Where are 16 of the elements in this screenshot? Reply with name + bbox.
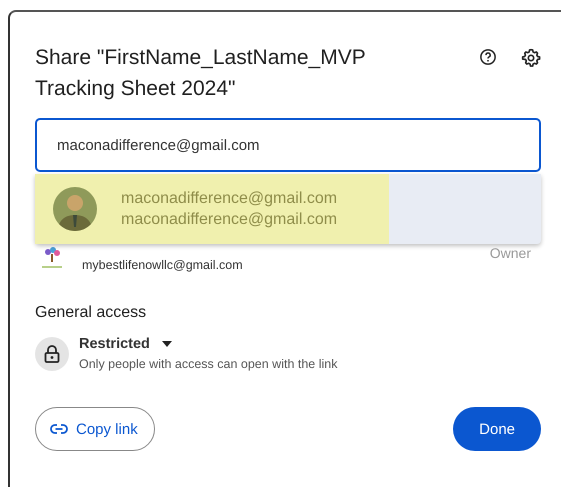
role-label: Owner	[490, 245, 531, 261]
done-button[interactable]: Done	[453, 407, 541, 451]
lock-icon	[35, 336, 69, 370]
member-email: mybestlifenowllc@gmail.com	[82, 258, 243, 272]
copy-link-button[interactable]: Copy link	[35, 407, 155, 451]
access-description: Only people with access can open with the link	[79, 357, 338, 371]
caret-icon	[162, 341, 172, 347]
help-icon[interactable]	[479, 48, 497, 66]
link-icon	[50, 424, 68, 434]
recipient-field[interactable]: maconadifference@gmail.com	[35, 118, 541, 172]
suggestion-email: maconadifference@gmail.com	[121, 210, 338, 228]
settings-icon[interactable]	[521, 48, 541, 68]
access-dropdown[interactable]: Restricted	[79, 336, 338, 352]
dialog-title: Share "FirstName_LastName_MVP Tracking Sheet 2024"	[35, 45, 366, 102]
suggestion-name: maconadifference@gmail.com	[121, 190, 338, 208]
section-heading: General access	[35, 304, 148, 322]
